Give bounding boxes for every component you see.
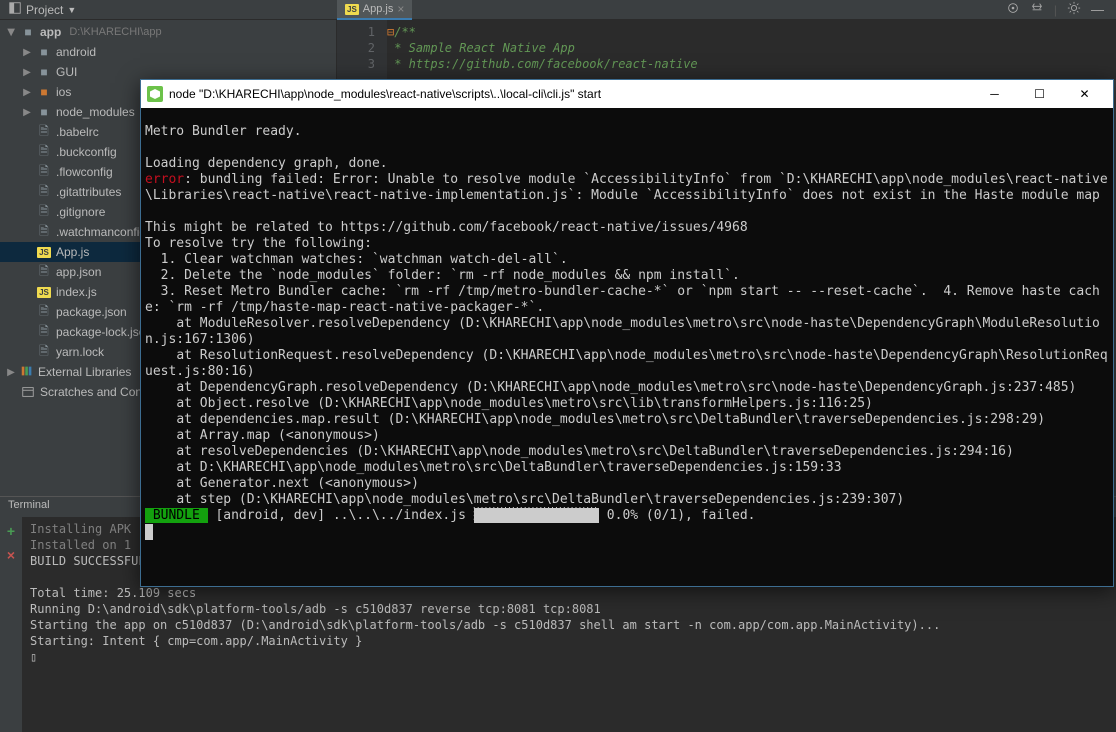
file-icon: 🗎 [36,222,52,243]
chevron-right-icon[interactable]: ▶ [22,87,32,98]
collapse-icon[interactable] [1030,1,1044,18]
file-name-label: GUI [56,65,77,79]
file-name-label: package.json [56,305,127,319]
terminal-add-icon[interactable]: + [7,523,15,539]
file-name-label: .gitattributes [56,185,121,199]
chevron-down-icon[interactable]: ▶ [6,27,17,37]
tab-app-js[interactable]: JS App.js × [337,0,412,20]
tree-root[interactable]: ▶ ■ app D:\KHARECHI\app [0,22,336,42]
hide-icon[interactable]: — [1091,2,1104,17]
file-icon: 🗎 [36,302,52,323]
target-icon[interactable] [1006,1,1020,18]
folder-icon: ■ [36,65,52,79]
file-icon: 🗎 [36,142,52,163]
node-console-window: node "D:\KHARECHI\app\node_modules\react… [140,79,1114,587]
ext-libs-label: External Libraries [38,365,131,379]
file-name-label: ios [56,85,71,99]
file-name-label: package-lock.json [56,325,152,339]
file-icon: 🗎 [36,182,52,203]
tree-item-android[interactable]: ▶ ■ android [0,42,336,62]
file-name-label: app.json [56,265,101,279]
divider: | [1054,3,1057,17]
node-icon [147,86,163,102]
project-label: Project [26,3,63,17]
file-icon: 🗎 [36,202,52,223]
window-titlebar[interactable]: node "D:\KHARECHI\app\node_modules\react… [141,80,1113,108]
editor-gutter: 1 2 3 [337,20,387,80]
library-icon [20,364,34,381]
chevron-right-icon[interactable]: ▶ [6,367,16,378]
file-name-label: .flowconfig [56,165,113,179]
js-file-icon: JS [36,287,52,298]
code-editor[interactable]: ⊟/** * Sample React Native App * https:/… [387,20,1116,80]
file-icon: 🗎 [36,122,52,143]
file-icon: 🗎 [36,262,52,283]
node-console-output[interactable]: Metro Bundler ready. Loading dependency … [141,108,1113,586]
js-file-icon: JS [345,4,359,15]
window-title: node "D:\KHARECHI\app\node_modules\react… [169,87,966,101]
chevron-right-icon[interactable]: ▶ [22,47,32,58]
root-name: app [40,25,61,39]
terminal-close-icon[interactable]: × [7,547,15,563]
file-name-label: yarn.lock [56,345,104,359]
close-button[interactable]: ✕ [1062,80,1107,108]
maximize-button[interactable]: ☐ [1017,80,1062,108]
tab-filename: App.js [363,3,394,15]
file-name-label: node_modules [56,105,135,119]
chevron-right-icon[interactable]: ▶ [22,67,32,78]
gear-icon[interactable] [1067,1,1081,18]
file-icon: 🗎 [36,322,52,343]
minimize-button[interactable]: ─ [972,80,1017,108]
file-name-label: .gitignore [56,205,105,219]
root-path: D:\KHARECHI\app [69,26,161,38]
folder-icon: ■ [36,105,52,119]
file-name-label: android [56,45,96,59]
tab-close-icon[interactable]: × [397,2,404,16]
js-file-icon: JS [36,247,52,258]
file-name-label: .watchmanconfig [56,225,146,239]
scratch-icon [20,385,36,399]
file-icon: 🗎 [36,162,52,183]
folder-icon: ■ [36,85,52,99]
project-dropdown[interactable]: Project ▼ [4,0,80,20]
chevron-down-icon: ▼ [67,5,76,15]
file-name-label: .buckconfig [56,145,117,159]
chevron-right-icon[interactable]: ▶ [22,107,32,118]
file-name-label: App.js [56,245,89,259]
folder-icon: ■ [20,25,36,39]
file-name-label: .babelrc [56,125,99,139]
file-icon: 🗎 [36,342,52,363]
folder-icon: ■ [36,45,52,59]
file-name-label: index.js [56,285,97,299]
project-icon [8,1,22,18]
